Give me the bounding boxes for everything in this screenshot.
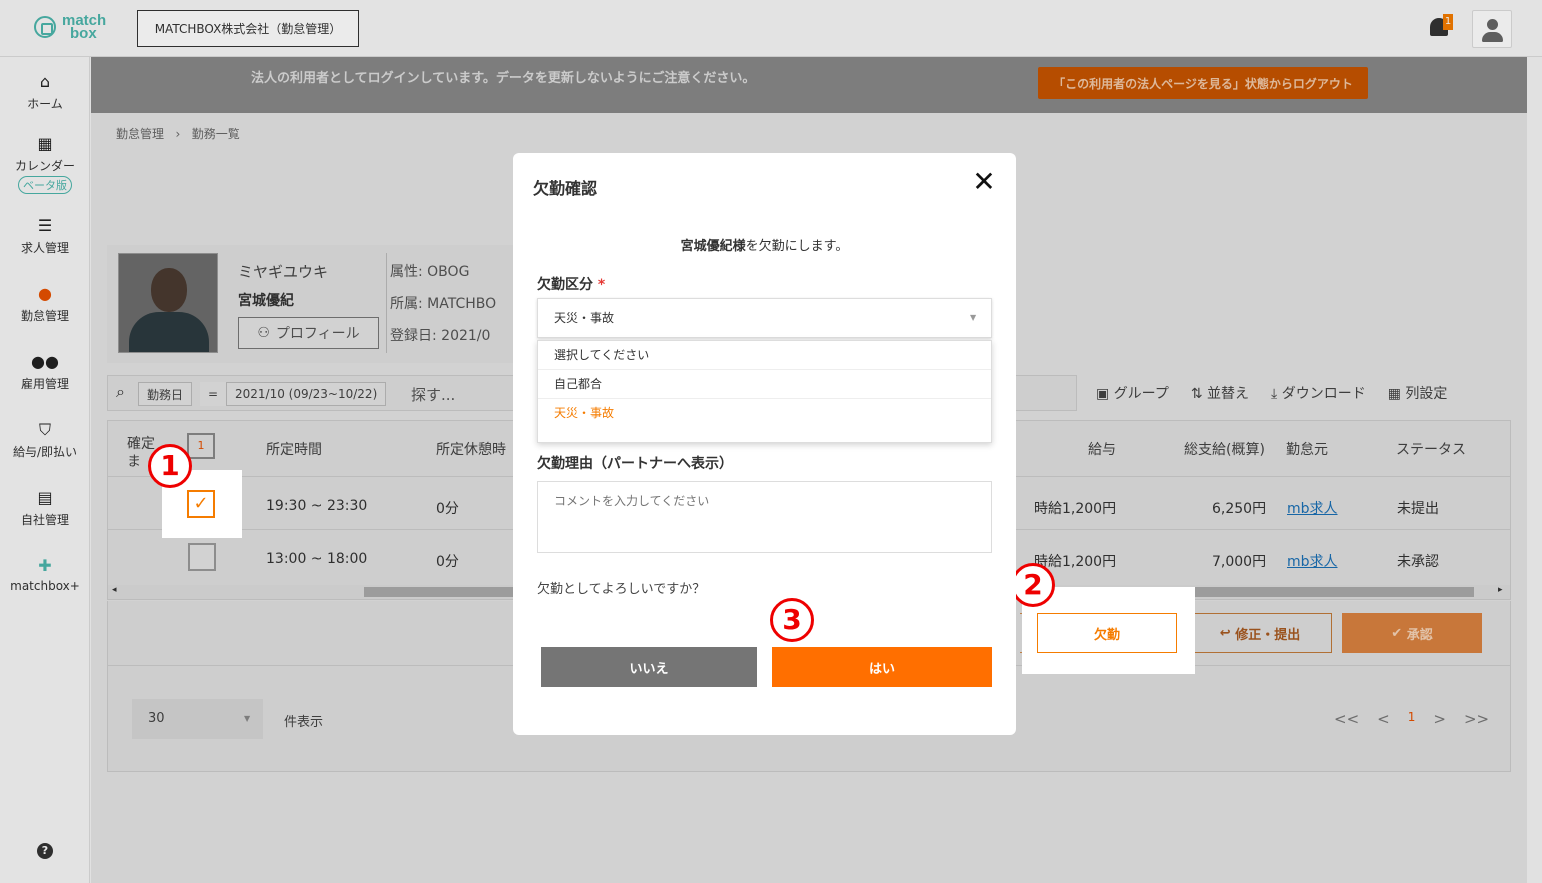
absence-confirm-modal: 欠勤確認 ✕ 宮城優紀様を欠勤にします。 欠勤区分 * 天災・事故 ▼ 選択して… — [513, 153, 1016, 735]
close-icon[interactable]: ✕ — [969, 167, 999, 197]
option-personal[interactable]: 自己都合 — [538, 370, 991, 399]
absence-category-label: 欠勤区分 * — [537, 277, 606, 293]
absence-button[interactable]: 欠勤 — [1037, 613, 1177, 653]
annotation-step-2: 2 — [1011, 563, 1055, 607]
annotation-step-1: 1 — [148, 444, 192, 488]
option-placeholder[interactable]: 選択してください — [538, 341, 991, 370]
absence-category-options: 選択してください 自己都合 天災・事故 — [537, 340, 992, 443]
option-disaster-accident[interactable]: 天災・事故 — [538, 399, 991, 428]
no-button[interactable]: いいえ — [541, 647, 757, 687]
absence-category-select[interactable]: 天災・事故 ▼ — [537, 298, 992, 338]
absence-reason-label: 欠勤理由（パートナーへ表示） — [537, 456, 733, 472]
row1-checkbox[interactable]: ✓ — [187, 490, 215, 518]
absence-reason-input[interactable] — [537, 481, 992, 553]
modal-message: 宮城優紀様を欠勤にします。 — [680, 239, 849, 254]
modal-title: 欠勤確認 — [533, 179, 598, 198]
confirm-question: 欠勤としてよろしいですか？ — [537, 582, 706, 597]
yes-button[interactable]: はい — [772, 647, 992, 687]
annotation-step-3: 3 — [770, 598, 814, 642]
chevron-down-icon: ▼ — [970, 313, 977, 322]
